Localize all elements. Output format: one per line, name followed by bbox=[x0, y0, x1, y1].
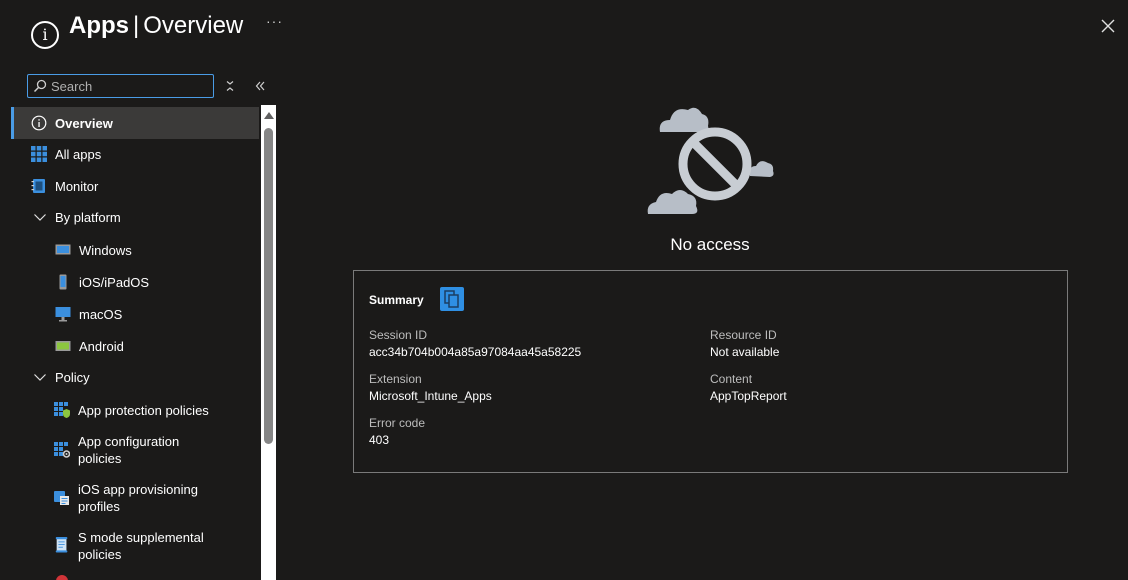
search-box[interactable] bbox=[27, 74, 214, 98]
extension-label: Extension bbox=[369, 372, 422, 386]
extension-value: Microsoft_Intune_Apps bbox=[369, 389, 492, 403]
sidebar-item-label: App protection policies bbox=[78, 403, 209, 418]
close-button[interactable] bbox=[1098, 16, 1118, 36]
no-access-cloud-icon bbox=[647, 107, 774, 214]
sidebar-item-label: All apps bbox=[55, 147, 102, 162]
sidebar-item-ios-ipados[interactable]: iOS/iPadOS bbox=[11, 274, 259, 291]
sidebar-scrollbar-thumb[interactable] bbox=[264, 128, 273, 444]
sidebar-item-label: Windows bbox=[79, 243, 132, 258]
sidebar-item-monitor[interactable]: Monitor bbox=[11, 178, 259, 195]
close-icon bbox=[1101, 19, 1115, 33]
sidebar-item-label: App configuration policies bbox=[78, 434, 180, 466]
sidebar-item-label: Policy bbox=[55, 370, 90, 385]
app-configuration-icon bbox=[54, 442, 70, 458]
sidebar-item-windows[interactable]: Windows bbox=[11, 242, 259, 259]
collapse-icon bbox=[226, 81, 234, 91]
sidebar-item-macos[interactable]: macOS bbox=[11, 306, 259, 323]
content-value: AppTopReport bbox=[710, 389, 787, 403]
scroll-up-arrow-icon[interactable] bbox=[264, 112, 274, 119]
sidebar-item-label: Monitor bbox=[55, 179, 99, 194]
scroll-document-icon bbox=[55, 537, 68, 553]
sidebar-item-label: S mode supplemental policies bbox=[78, 530, 204, 562]
page-title-overview: Overview bbox=[143, 12, 244, 39]
sidebar-item-label: iOS app provisioning profiles bbox=[78, 482, 198, 514]
page-title-apps: Apps bbox=[69, 12, 129, 39]
sidebar: Overview All apps Monitor By platform Wi… bbox=[11, 105, 259, 580]
search-icon bbox=[33, 79, 47, 93]
title-separator: | bbox=[133, 12, 140, 39]
monitor-book-icon bbox=[31, 179, 45, 193]
double-chevron-left-icon bbox=[255, 81, 265, 91]
chevron-down-icon bbox=[34, 374, 46, 381]
content-label: Content bbox=[710, 372, 753, 386]
android-device-icon bbox=[55, 341, 71, 351]
sidebar-item-label: By platform bbox=[55, 210, 121, 225]
sidebar-item-app-protection-policies[interactable]: App protection policies bbox=[11, 402, 259, 419]
app-protection-icon bbox=[54, 402, 70, 418]
sidebar-item-app-configuration-policies[interactable]: App configuration policies bbox=[11, 433, 259, 467]
sidebar-item-android[interactable]: Android bbox=[11, 338, 259, 355]
sidebar-item-s-mode-supplemental-policies[interactable]: S mode supplemental policies bbox=[11, 529, 259, 563]
sidebar-item-label: Android bbox=[79, 339, 124, 354]
page-title: Apps | Overview bbox=[69, 12, 243, 40]
sidebar-item-ios-app-provisioning-profiles[interactable]: iOS app provisioning profiles bbox=[11, 481, 259, 515]
info-icon bbox=[31, 115, 47, 131]
summary-panel: Summary Session ID acc34b704b004a85a9708… bbox=[353, 270, 1068, 473]
collapse-all-button[interactable] bbox=[222, 78, 238, 94]
session-id-label: Session ID bbox=[369, 328, 428, 342]
resource-id-label: Resource ID bbox=[710, 328, 777, 342]
search-input[interactable] bbox=[51, 76, 209, 96]
chevron-down-icon bbox=[34, 214, 46, 221]
phone-icon bbox=[59, 274, 67, 290]
error-code-label: Error code bbox=[369, 416, 426, 430]
error-code-value: 403 bbox=[369, 433, 390, 447]
sidebar-item-label: iOS/iPadOS bbox=[79, 275, 150, 290]
grid-icon bbox=[31, 146, 47, 162]
windows-device-icon bbox=[55, 244, 71, 255]
sidebar-group-by-platform[interactable]: By platform bbox=[11, 209, 259, 226]
more-options-button[interactable]: ··· bbox=[266, 13, 283, 29]
info-icon: i bbox=[31, 21, 59, 49]
session-id-value: acc34b704b004a85a97084aa45a58225 bbox=[369, 345, 582, 359]
desktop-icon bbox=[55, 307, 71, 322]
sidebar-item-label: Overview bbox=[55, 115, 113, 131]
sidebar-item-overview[interactable]: Overview bbox=[11, 107, 259, 139]
sidebar-item-label: macOS bbox=[79, 307, 123, 322]
resource-id-value: Not available bbox=[710, 345, 780, 359]
collapse-sidebar-button[interactable] bbox=[252, 78, 268, 94]
copy-summary-button[interactable] bbox=[440, 287, 464, 311]
no-access-message: No access bbox=[670, 235, 750, 254]
provisioning-profile-icon bbox=[54, 491, 69, 505]
next-item-partial-icon bbox=[56, 575, 68, 580]
copy-icon bbox=[444, 290, 459, 308]
sidebar-item-all-apps[interactable]: All apps bbox=[11, 146, 259, 163]
sidebar-group-policy[interactable]: Policy bbox=[11, 369, 259, 386]
summary-title: Summary bbox=[369, 293, 424, 307]
